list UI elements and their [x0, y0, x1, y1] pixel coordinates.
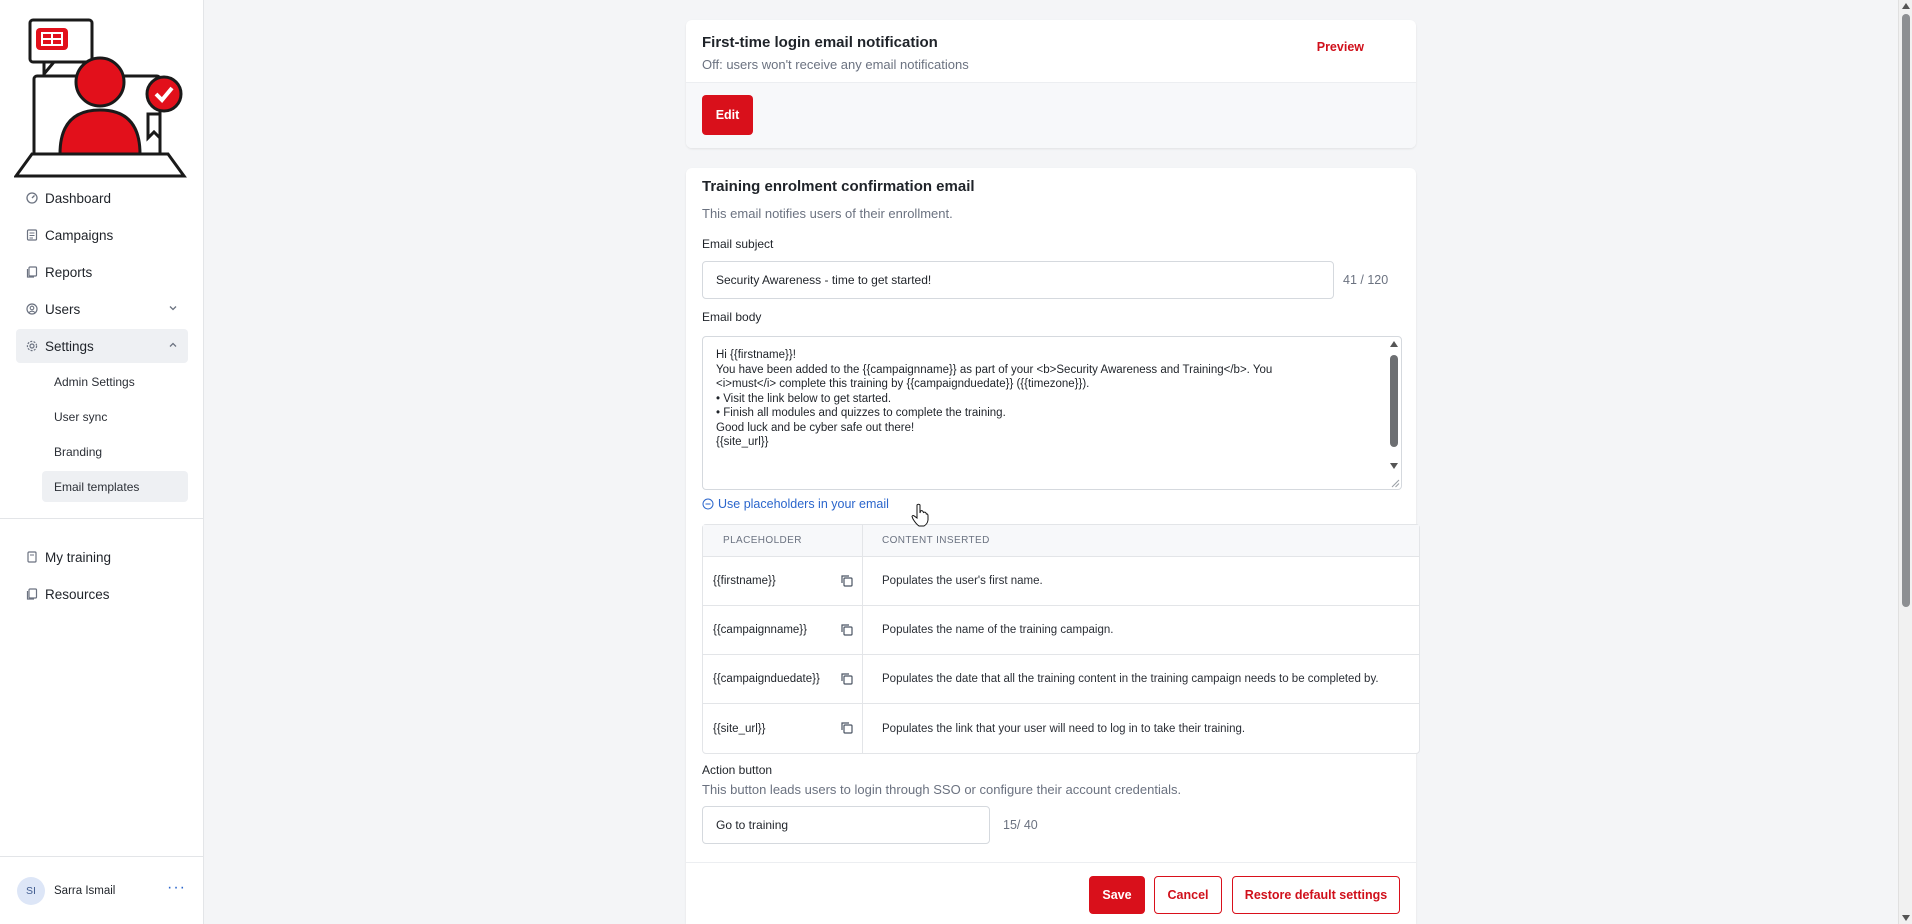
report-icon	[26, 266, 38, 278]
nav-label: Resources	[45, 586, 110, 602]
action-button-label: Action button	[702, 763, 773, 777]
page-scroll-up-icon[interactable]	[1902, 3, 1910, 9]
card-subtitle: Off: users won't receive any email notif…	[702, 57, 969, 72]
textarea-scroll-thumb[interactable]	[1390, 355, 1398, 447]
gear-icon	[26, 340, 38, 352]
body-line: {{site_url}}	[716, 436, 769, 448]
textarea-scrollbar[interactable]	[1389, 341, 1399, 484]
nav-label: My training	[45, 549, 112, 565]
placeholder-code: {{site_url}}	[713, 722, 766, 735]
chevron-up-icon	[169, 342, 177, 347]
resources-icon	[26, 588, 38, 600]
action-button-description: This button leads users to login through…	[702, 782, 1182, 797]
security-training-logo	[14, 18, 187, 178]
nav-dashboard[interactable]: Dashboard	[16, 181, 188, 215]
placeholder-description: Populates the date that all the training…	[882, 673, 1379, 685]
body-line: • Visit the link below to get started.	[716, 392, 892, 405]
resize-handle-icon[interactable]	[1390, 478, 1400, 488]
table-row: {{site_url}} Populates the link that you…	[703, 704, 1419, 753]
scroll-up-arrow-icon[interactable]	[1390, 341, 1398, 347]
email-subject-input[interactable]: Security Awareness - time to get started…	[702, 261, 1334, 299]
collapse-minus-icon	[702, 498, 714, 510]
card-title: First-time login email notification	[702, 34, 938, 51]
page-scrollbar[interactable]	[1898, 0, 1912, 924]
nav-divider	[0, 518, 204, 519]
copy-icon[interactable]	[840, 623, 854, 637]
body-line: Good luck and be cyber safe out there!	[716, 421, 915, 434]
body-line: Hi {{firstname}}!	[716, 349, 796, 361]
table-row: {{firstname}} Populates the user's first…	[703, 557, 1419, 606]
email-subject-label: Email subject	[702, 237, 774, 251]
user-name: Sarra Ismail	[54, 884, 116, 897]
gauge-icon	[26, 192, 38, 204]
secondary-nav: My training Resources	[16, 540, 188, 614]
card-footer: Edit	[686, 82, 1416, 148]
cancel-button[interactable]: Cancel	[1154, 876, 1222, 914]
nav-label: Dashboard	[45, 190, 112, 206]
hand-pointer-cursor-icon	[911, 503, 929, 527]
first-login-notification-card: First-time login email notification Off:…	[686, 20, 1416, 148]
preview-link[interactable]: Preview	[1317, 40, 1364, 54]
placeholder-description: Populates the name of the training campa…	[882, 624, 1114, 636]
subnav-branding[interactable]: Branding	[42, 436, 188, 467]
nav-label: Campaigns	[45, 227, 114, 243]
body-line: • Finish all modules and quizzes to comp…	[716, 407, 1006, 419]
save-button[interactable]: Save	[1089, 876, 1145, 914]
copy-icon[interactable]	[840, 574, 854, 588]
column-header-content: CONTENT INSERTED	[882, 535, 990, 546]
nav-settings[interactable]: Settings	[16, 329, 188, 363]
email-body-label: Email body	[702, 310, 762, 324]
scroll-down-arrow-icon[interactable]	[1390, 463, 1398, 469]
book-icon	[26, 551, 38, 563]
placeholder-description: Populates the user's first name.	[882, 575, 1043, 587]
placeholder-toggle-label: Use placeholders in your email	[718, 497, 889, 511]
body-line: <i>must</i> complete this training by {{…	[716, 378, 1090, 390]
table-row: {{campaignduedate}} Populates the date t…	[703, 655, 1419, 704]
nav-label: Settings	[45, 338, 94, 354]
settings-subnav: Admin Settings User sync Branding Email …	[42, 366, 188, 502]
placeholder-table: PLACEHOLDER CONTENT INSERTED {{firstname…	[702, 524, 1420, 754]
column-header-placeholder: PLACEHOLDER	[703, 525, 863, 556]
subnav-email-templates[interactable]: Email templates	[42, 471, 188, 502]
card-subtitle: This email notifies users of their enrol…	[702, 206, 953, 221]
list-icon	[26, 229, 38, 241]
user-circle-icon	[26, 303, 38, 315]
table-header: PLACEHOLDER CONTENT INSERTED	[703, 525, 1419, 557]
email-body-textarea[interactable]: Hi {{firstname}}! You have been added to…	[702, 336, 1402, 490]
main-nav: Dashboard Campaigns Reports Users Settin…	[16, 181, 188, 506]
restore-defaults-button[interactable]: Restore default settings	[1232, 876, 1400, 914]
subnav-admin-settings[interactable]: Admin Settings	[42, 366, 188, 397]
page-scroll-down-icon[interactable]	[1902, 915, 1910, 921]
nav-reports[interactable]: Reports	[16, 255, 188, 289]
nav-label: Reports	[45, 264, 93, 280]
use-placeholders-toggle[interactable]: Use placeholders in your email	[702, 497, 889, 511]
copy-icon[interactable]	[840, 721, 854, 735]
enrolment-confirmation-card: Training enrolment confirmation email Th…	[686, 168, 1420, 924]
edit-button[interactable]: Edit	[702, 95, 753, 135]
placeholder-code: {{campaignname}}	[713, 624, 807, 636]
card-title: Training enrolment confirmation email	[702, 178, 975, 195]
subnav-user-sync[interactable]: User sync	[42, 401, 188, 432]
placeholder-code: {{firstname}}	[713, 575, 776, 587]
action-char-counter: 15/ 40	[1003, 818, 1038, 832]
action-button-text-input[interactable]: Go to training	[702, 806, 990, 844]
nav-users[interactable]: Users	[16, 292, 188, 326]
placeholder-code: {{campaignduedate}}	[713, 673, 820, 685]
body-line: You have been added to the {{campaignnam…	[716, 363, 1273, 376]
page-scroll-thumb[interactable]	[1902, 14, 1910, 607]
sidebar: Dashboard Campaigns Reports Users Settin…	[0, 0, 204, 924]
nav-label: Users	[45, 301, 81, 317]
subject-char-counter: 41 / 120	[1343, 273, 1389, 287]
table-row: {{campaignname}} Populates the name of t…	[703, 606, 1419, 655]
placeholder-description: Populates the link that your user will n…	[882, 722, 1246, 735]
nav-my-training[interactable]: My training	[16, 540, 188, 574]
nav-campaigns[interactable]: Campaigns	[16, 218, 188, 252]
user-profile-bar: SI Sarra Ismail ···	[0, 856, 204, 924]
more-options-icon[interactable]: ···	[167, 879, 186, 897]
avatar[interactable]: SI	[17, 876, 45, 905]
copy-icon[interactable]	[840, 672, 854, 686]
nav-resources[interactable]: Resources	[16, 577, 188, 611]
chevron-down-icon	[169, 306, 177, 311]
